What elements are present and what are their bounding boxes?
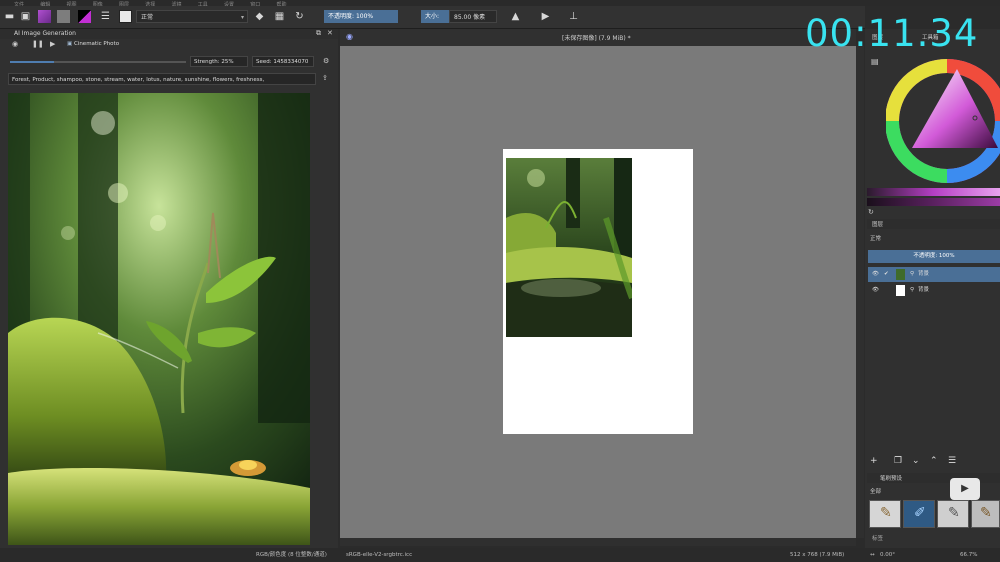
save-icon[interactable]: ▣: [18, 9, 33, 24]
status-bar: RGB/颜色度 (8 位整数/通道) sRGB-elle-V2-srgbtrc.…: [0, 548, 1000, 562]
brush-preset-item[interactable]: ✐: [903, 500, 935, 528]
float-docker-icon[interactable]: ⧉: [316, 29, 321, 38]
brush-preset-item[interactable]: ✎: [869, 500, 901, 528]
visibility-eye-icon[interactable]: 👁: [872, 283, 879, 298]
link-icon: ⚲: [910, 271, 915, 277]
gradient-swatch[interactable]: [38, 10, 51, 23]
brush-settings-icon[interactable]: ☰: [98, 9, 113, 24]
size-label: 大小:: [421, 10, 449, 23]
layer-thumbnail: [896, 285, 905, 296]
brush-tag-label: 标签: [872, 536, 884, 542]
reload-icon[interactable]: ↻: [292, 9, 307, 24]
link-icon: ⚲: [910, 287, 915, 293]
krita-logo-icon: ◉: [346, 32, 353, 41]
refresh-icon[interactable]: ↻: [868, 208, 874, 216]
brush-preset-item[interactable]: ✎: [937, 500, 969, 528]
horizontal-scrollbar[interactable]: [340, 538, 856, 546]
zoom-value[interactable]: 66.7%: [960, 548, 977, 562]
move-down-icon[interactable]: ⌄: [912, 456, 920, 466]
canvas-image-layer[interactable]: [506, 158, 632, 337]
blend-mode-select[interactable]: 正常 ▾: [136, 10, 248, 23]
layers-header: [867, 219, 1000, 229]
color-profile: sRGB-elle-V2-srgbtrc.icc: [346, 552, 413, 558]
color-mode: RGB/颜色度 (8 位整数/通道): [256, 552, 327, 558]
brush-preset-icon[interactable]: [119, 10, 132, 23]
brush-presets-title: 笔刷预设: [880, 476, 903, 482]
layer-properties-icon[interactable]: ☰: [948, 456, 956, 466]
layer-row[interactable]: 👁 ✔ ⚲ 背景: [868, 267, 1000, 282]
tv-logo-icon: ▶: [950, 478, 980, 500]
brush-preset-item[interactable]: ✎: [971, 500, 1000, 528]
style-select[interactable]: ▣ Cinematic Photo: [64, 39, 318, 50]
vertical-scrollbar[interactable]: [856, 46, 864, 538]
layer-name: 背景: [918, 271, 930, 277]
pattern-swatch[interactable]: [57, 10, 70, 23]
strength-field[interactable]: Strength: 25%: [190, 56, 248, 67]
rotation-icon[interactable]: ↔: [870, 548, 875, 562]
add-layer-icon[interactable]: +: [870, 456, 878, 466]
mirror-vertical-icon[interactable]: ▶: [538, 9, 553, 24]
layer-opacity-slider[interactable]: 不透明度: 100%: [868, 250, 1000, 263]
layer-blend-mode[interactable]: 正常: [870, 234, 881, 242]
hue-slider[interactable]: [867, 188, 1000, 196]
document-title[interactable]: [未保存图像] (7.9 MiB) *: [562, 33, 631, 42]
ai-docker-title: AI Image Generation: [14, 30, 76, 37]
duplicate-layer-icon[interactable]: ❐: [894, 456, 902, 466]
live-icon[interactable]: ▶: [50, 40, 55, 48]
mirror-horizontal-icon[interactable]: ▲: [508, 9, 523, 24]
brush-filter-select[interactable]: 全部: [870, 487, 881, 495]
rotation-value[interactable]: 0.00°: [880, 548, 895, 562]
alpha-lock-icon[interactable]: ▦: [272, 9, 287, 24]
pause-icon[interactable]: ❚❚: [32, 40, 44, 48]
strength-slider-fill: [10, 61, 54, 63]
move-up-icon[interactable]: ⌃: [930, 456, 938, 466]
checkbox-icon[interactable]: ✔: [884, 267, 889, 282]
wrap-around-icon[interactable]: ⊥: [566, 9, 581, 24]
image-size: 512 x 768 (7.9 MiB): [790, 552, 845, 558]
eraser-icon[interactable]: ◆: [252, 9, 267, 24]
layer-name: 背景: [918, 287, 930, 293]
main-toolbar: ▬ ▣ ☰ 正常 ▾ ◆ ▦ ↻ 不透明度: 100% 大小: 85.00 像素 …: [0, 6, 865, 29]
timer-overlay: 00:11.34: [805, 12, 979, 55]
prompt-input[interactable]: Forest, Product, shampoo, stone, stream,…: [8, 73, 316, 85]
layer-row[interactable]: 👁 ⚲ 背景: [868, 283, 1000, 298]
open-folder-icon[interactable]: ▬: [2, 9, 17, 24]
color-wheel[interactable]: [885, 54, 1000, 188]
opacity-field[interactable]: 不透明度: 100%: [324, 10, 398, 23]
saturation-slider[interactable]: [867, 198, 1000, 206]
settings-gear-icon[interactable]: ⚙: [323, 57, 329, 65]
layers-title: 图层: [872, 222, 884, 228]
visibility-eye-icon[interactable]: 👁: [872, 267, 879, 282]
layer-thumbnail: [896, 269, 905, 280]
seed-field[interactable]: Seed: 1458334070: [252, 56, 314, 67]
close-docker-icon[interactable]: ✕: [327, 29, 333, 37]
size-field[interactable]: 85.00 像素: [449, 10, 497, 23]
color-swatch[interactable]: [78, 10, 91, 23]
generated-image-preview[interactable]: [8, 93, 310, 545]
apply-icon[interactable]: ⇪: [322, 74, 328, 82]
color-selector-icon[interactable]: ▤: [871, 57, 879, 66]
generate-icon[interactable]: ◉: [12, 40, 18, 48]
